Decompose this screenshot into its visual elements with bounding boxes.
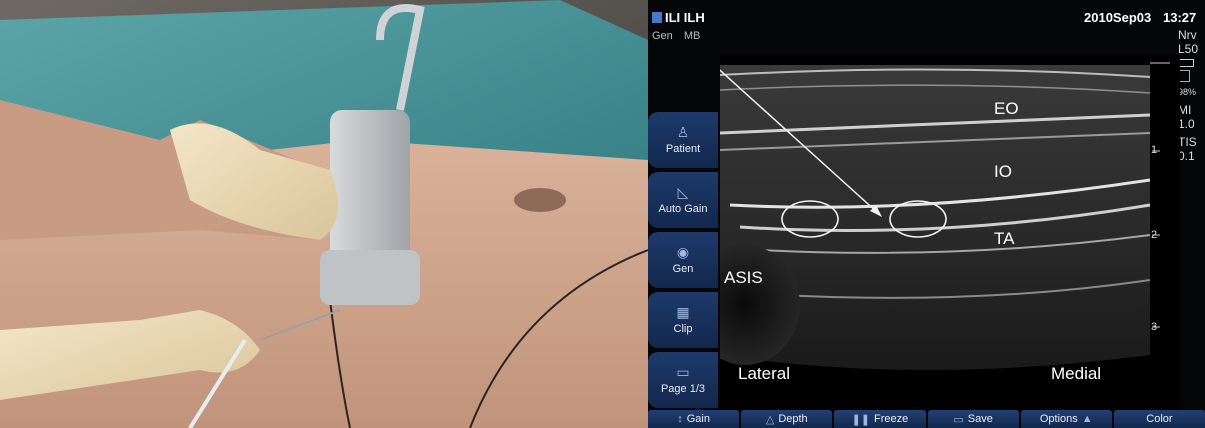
side-label: MB [683,30,701,42]
freeze-button[interactable]: ❚❚ Freeze [834,410,926,428]
info-line: TIS [1178,135,1197,149]
date-label: 2010Sep03 [1084,10,1152,25]
button-label: Patient [665,143,701,155]
auto-gain-button[interactable]: ◺ Auto Gain [648,172,718,228]
page-icon: ▭ [676,364,690,380]
gen-button[interactable]: ◉ Gen [648,232,718,288]
person-icon: ♙ [676,124,690,140]
info-line: Nrv [1178,28,1197,42]
button-label: Auto Gain [658,203,708,215]
header-sub: Gen MB [652,30,708,42]
button-label: Save [967,413,993,425]
ultrasound-screen: ILI ILH Gen MB 2010Sep03 13:27 Nrv L50 9… [648,0,1205,428]
io-label: IO [994,162,1012,181]
depth-mark: 3 [1151,321,1158,333]
battery-icon [1178,59,1194,67]
time-label: 13:27 [1163,10,1197,25]
options-icon: ▲ [1081,413,1093,425]
right-info-panel: Nrv L50 98% MI 1.0 TIS 0.1 [1178,28,1198,163]
logo-icon [652,12,662,23]
preset-title: ILI ILH [652,10,705,25]
depth-mark: 1 [1151,144,1158,156]
save-button[interactable]: ▭ Save [927,410,1019,428]
depth-button[interactable]: △ Depth [741,410,833,428]
lateral-label: Lateral [738,364,790,383]
color-button[interactable]: Color [1113,410,1205,428]
options-button[interactable]: Options ▲ [1020,410,1112,428]
button-label: Page 1/3 [660,383,706,395]
button-label: Options [1039,413,1078,425]
save-icon: ▭ [953,413,964,426]
info-line: MI [1178,103,1192,117]
asis-label: ASIS [724,268,763,287]
medial-label: Medial [1051,364,1102,383]
ultrasound-image-illustration [720,55,1180,410]
button-label: Clip [673,323,693,335]
info-line: 0.1 [1178,149,1195,163]
eo-label: EO [994,99,1019,118]
gain-icon: ↕ [677,413,683,425]
depth-mark: 2 [1151,229,1158,241]
button-label: Depth [778,413,808,425]
ta-label: TA [994,229,1015,248]
auto-gain-icon: ◺ [677,184,689,200]
freeze-icon: ❚❚ [851,413,871,426]
button-label: Color [1146,413,1173,425]
bottom-toolbar: ↕ Gain △ Depth ❚❚ Freeze ▭ Save Options … [648,410,1205,428]
mode-label: Gen [652,30,673,42]
left-sidebar: ♙ Patient ◺ Auto Gain ◉ Gen ▦ Clip ▭ Pag… [648,112,718,412]
procedure-photo-illustration [0,0,648,428]
info-line: 1.0 [1178,117,1195,131]
button-label: Gain [686,413,710,425]
gain-button[interactable]: ↕ Gain [648,410,740,428]
button-label: Freeze [874,413,909,425]
depth-icon: △ [765,413,775,426]
clip-icon: ▦ [676,304,690,320]
info-line: 98% [1178,87,1197,97]
gen-icon: ◉ [676,244,690,260]
procedure-photo [0,0,648,428]
preset-label: ILI ILH [665,10,705,25]
clip-button[interactable]: ▦ Clip [648,292,718,348]
page-button[interactable]: ▭ Page 1/3 [648,352,718,408]
button-label: Gen [672,263,694,275]
patient-button[interactable]: ♙ Patient [648,112,718,168]
ultrasound-image [720,55,1180,410]
info-line: L50 [1178,42,1199,56]
